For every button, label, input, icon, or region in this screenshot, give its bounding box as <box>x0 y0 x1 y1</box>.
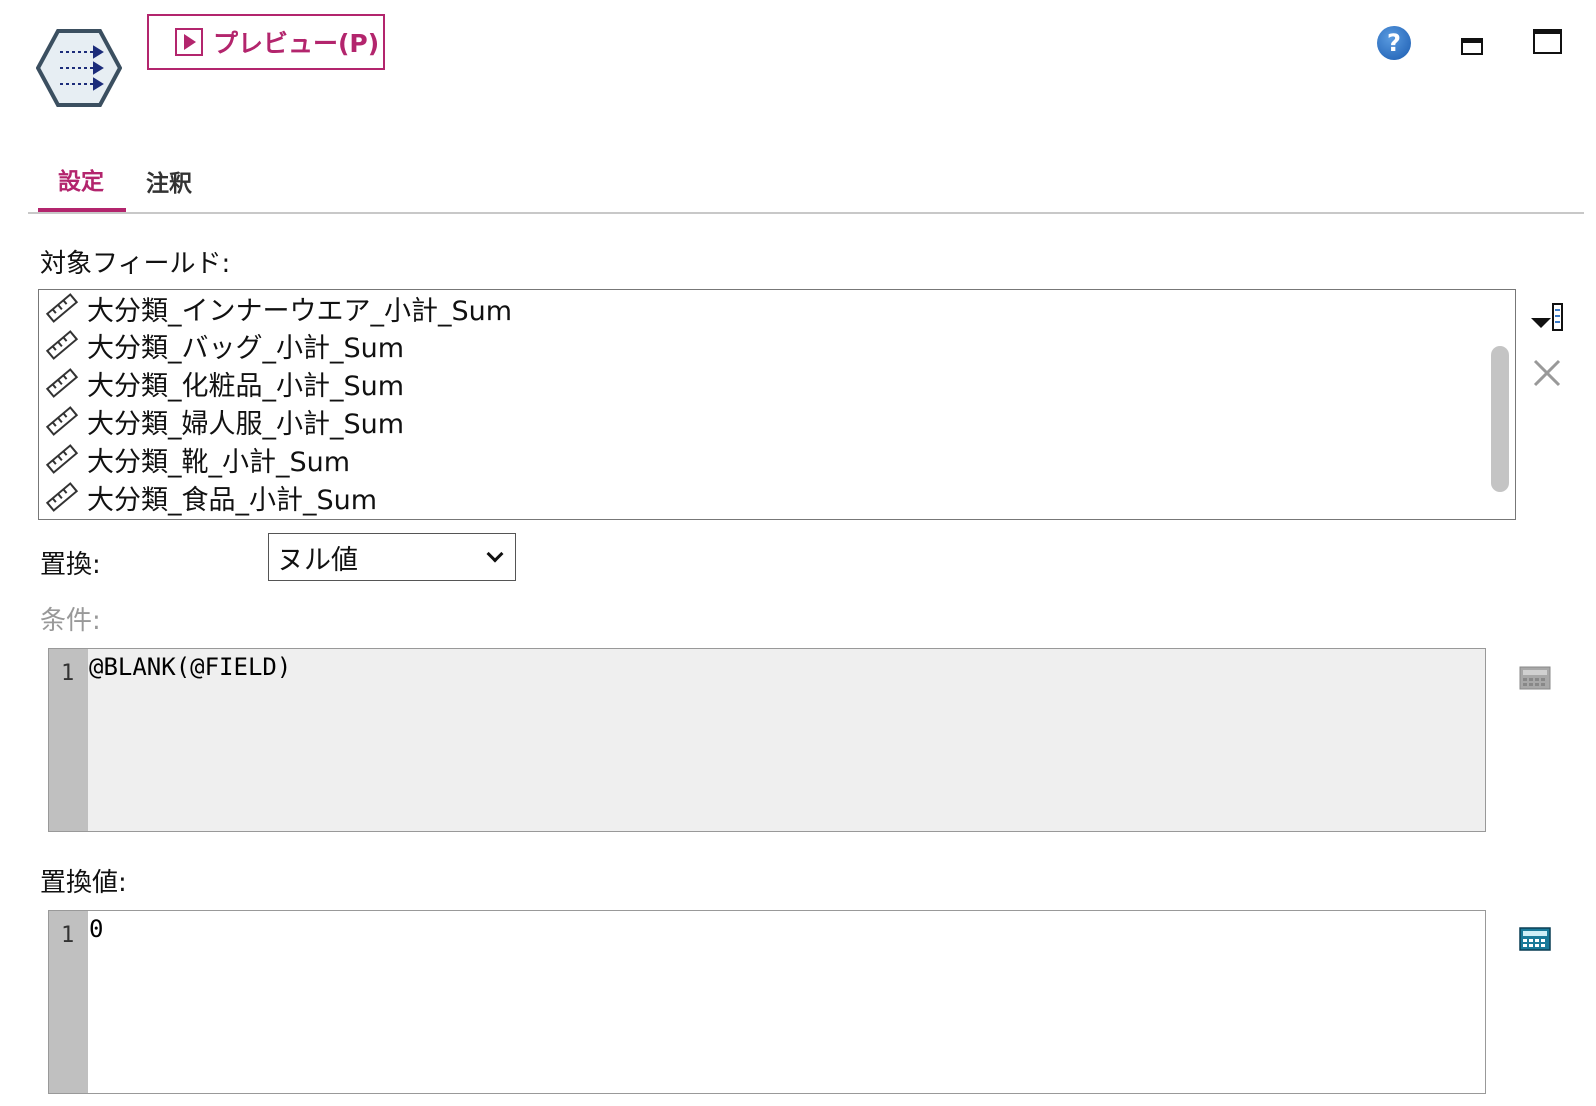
measure-field-icon <box>45 368 79 398</box>
list-item[interactable]: 大分類_化粧品_小計_Sum <box>45 365 405 402</box>
delete-icon[interactable] <box>1532 358 1562 388</box>
list-item[interactable]: 大分類_インナーウエア_小計_Sum <box>45 290 513 327</box>
tab-bar: 設定 注釈 <box>28 150 1584 214</box>
measure-field-icon <box>45 330 79 360</box>
maximize-icon[interactable] <box>1533 29 1562 54</box>
condition-label: 条件: <box>40 606 101 636</box>
preview-button[interactable]: プレビュー(P) <box>147 14 385 70</box>
field-picker-icon[interactable] <box>1531 302 1565 332</box>
list-item[interactable]: 大分類_靴_小計_Sum <box>45 441 351 478</box>
field-name: 大分類_婦人服_小計_Sum <box>87 408 405 440</box>
list-item[interactable]: 大分類_バッグ_小計_Sum <box>45 327 405 364</box>
list-scrollbar[interactable] <box>1491 346 1509 492</box>
field-name: 大分類_化粧品_小計_Sum <box>87 370 405 402</box>
replace-value-label: 置換値: <box>40 868 127 898</box>
replace-label: 置換: <box>40 550 101 580</box>
expression-builder-icon <box>1519 666 1551 690</box>
replace-value-editor[interactable]: 1 0 <box>48 910 1486 1094</box>
replace-value-code[interactable]: 0 <box>89 915 103 943</box>
filler-node-icon <box>36 29 122 107</box>
preview-button-label: プレビュー(P) <box>213 29 380 58</box>
field-name: 大分類_靴_小計_Sum <box>87 446 351 478</box>
replace-select[interactable]: ヌル値 <box>268 533 516 581</box>
help-glyph: ? <box>1387 29 1401 57</box>
replace-select-value: ヌル値 <box>277 544 358 576</box>
measure-field-icon <box>45 293 79 323</box>
measure-field-icon <box>45 482 79 512</box>
list-item[interactable]: 大分類_食品_小計_Sum <box>45 479 378 516</box>
tab-settings[interactable]: 設定 <box>58 162 104 196</box>
condition-code[interactable]: @BLANK(@FIELD) <box>89 653 291 681</box>
target-fields-label: 対象フィールド: <box>40 249 231 279</box>
measure-field-icon <box>45 406 79 436</box>
field-name: 大分類_食品_小計_Sum <box>87 484 378 516</box>
field-name: 大分類_バッグ_小計_Sum <box>87 332 405 364</box>
list-item[interactable]: 大分類_婦人服_小計_Sum <box>45 403 405 440</box>
expression-builder-icon[interactable] <box>1519 927 1551 951</box>
help-icon[interactable]: ? <box>1377 26 1411 60</box>
tab-annotation[interactable]: 注釈 <box>146 164 192 198</box>
field-name: 大分類_インナーウエア_小計_Sum <box>87 295 513 327</box>
line-number: 1 <box>61 923 75 948</box>
condition-editor[interactable]: 1 @BLANK(@FIELD) <box>48 648 1486 832</box>
chevron-down-icon <box>486 545 504 563</box>
measure-field-icon <box>45 444 79 474</box>
minimize-icon[interactable] <box>1461 38 1483 55</box>
line-number: 1 <box>61 661 75 686</box>
active-tab-indicator <box>38 208 126 212</box>
target-fields-list[interactable]: 大分類_インナーウエア_小計_Sum 大分類_バッグ_小計_Sum 大分類_化粧… <box>38 289 1516 520</box>
play-icon <box>175 28 203 56</box>
